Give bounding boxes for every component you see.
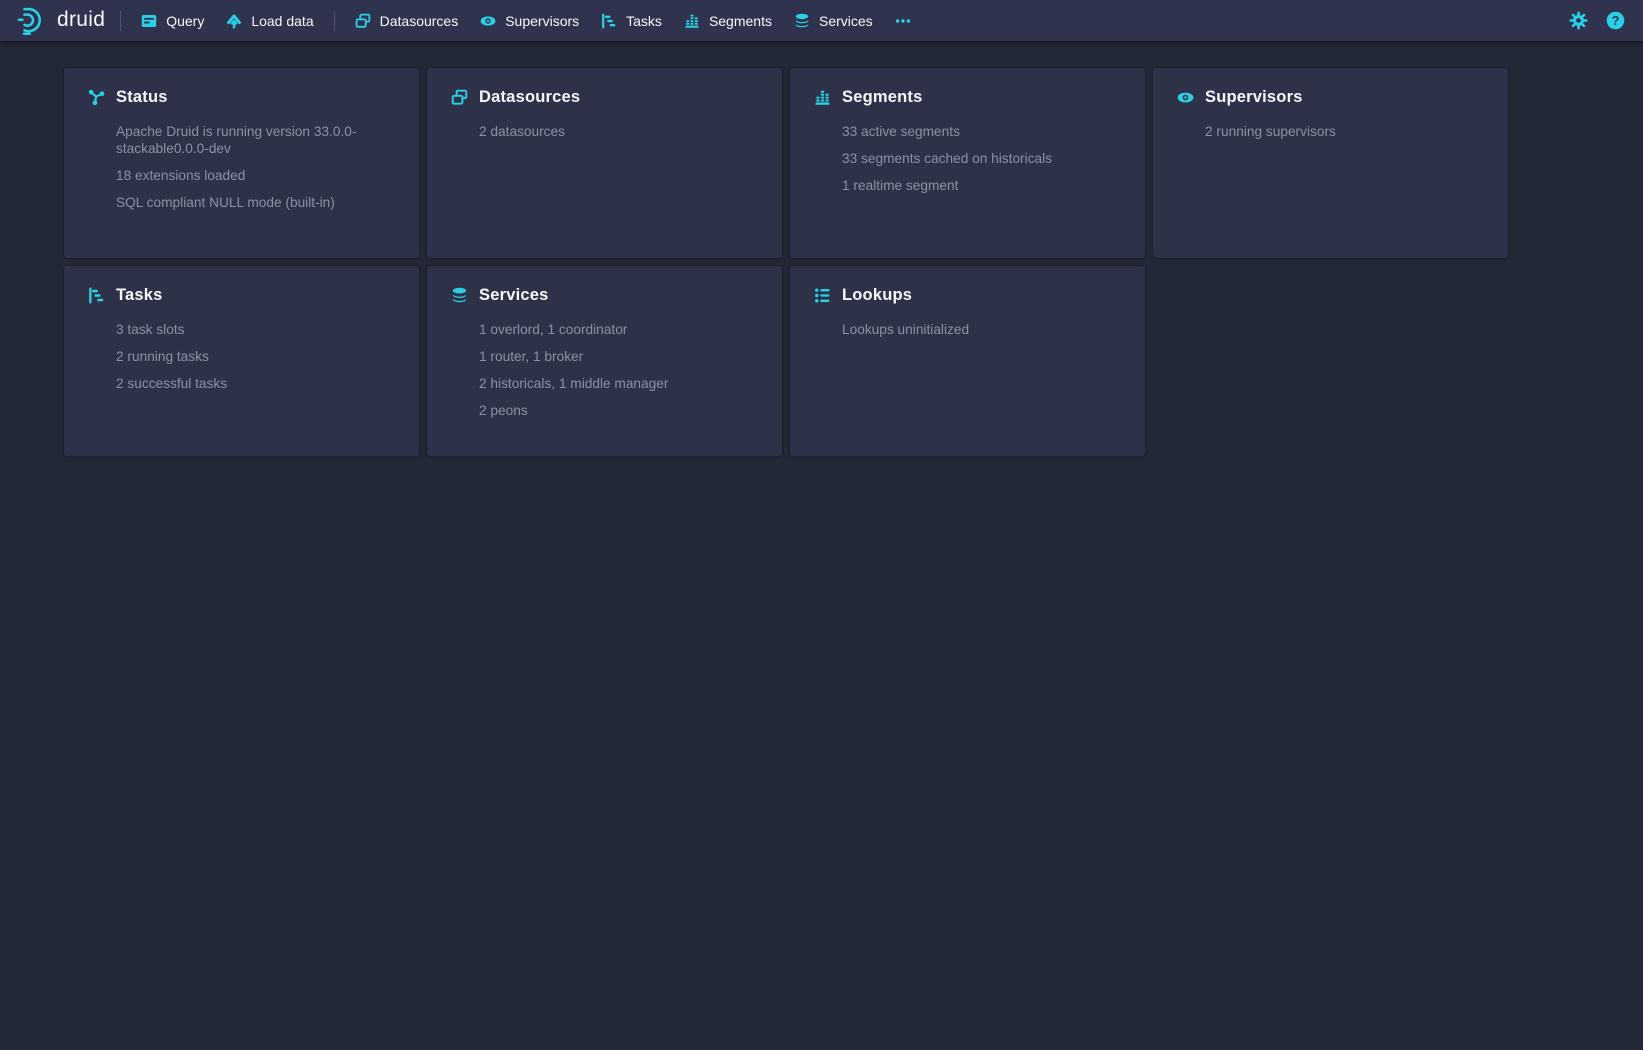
card-title: Services	[479, 286, 549, 305]
card-header: Segments	[814, 88, 1123, 107]
card-segments[interactable]: Segments 33 active segments 33 segments c…	[790, 68, 1145, 258]
settings-button[interactable]	[1563, 5, 1594, 36]
gear-icon	[1569, 11, 1588, 30]
nav-item-datasources[interactable]: Datasources	[344, 5, 470, 37]
card-line: 33 active segments	[842, 123, 1123, 140]
eye-icon	[1177, 89, 1194, 106]
card-status[interactable]: Status Apache Druid is running version 3…	[64, 68, 419, 258]
navbar-divider	[334, 11, 335, 31]
card-header: Services	[451, 286, 760, 305]
druid-logo[interactable]: druid	[10, 0, 111, 41]
help-icon	[1606, 11, 1625, 30]
card-lines: Lookups uninitialized	[842, 321, 1123, 338]
nav-item-label: Tasks	[626, 13, 662, 29]
nav-item-label: Segments	[709, 13, 772, 29]
status-cards-grid: Status Apache Druid is running version 3…	[64, 68, 1516, 456]
card-line: 18 extensions loaded	[116, 167, 397, 184]
card-lines: 33 active segments 33 segments cached on …	[842, 123, 1123, 194]
properties-icon	[814, 287, 831, 304]
card-title: Segments	[842, 88, 922, 107]
gantt-icon	[88, 287, 105, 304]
multi-select-icon	[355, 13, 371, 29]
console-icon	[141, 13, 157, 29]
card-line: 2 running tasks	[116, 348, 397, 365]
card-title: Datasources	[479, 88, 580, 107]
navbar-divider	[120, 11, 121, 31]
nav-item-label: Supervisors	[505, 13, 579, 29]
card-line: SQL compliant NULL mode (built-in)	[116, 194, 397, 211]
graph-icon	[88, 89, 105, 106]
card-datasources[interactable]: Datasources 2 datasources	[427, 68, 782, 258]
eye-icon	[480, 13, 496, 29]
card-line: Lookups uninitialized	[842, 321, 1123, 338]
database-icon	[794, 13, 810, 29]
card-line: Apache Druid is running version 33.0.0-s…	[116, 123, 397, 157]
home-view: Status Apache Druid is running version 3…	[0, 41, 1643, 456]
bar-group-icon	[684, 13, 700, 29]
nav-item-label: Services	[819, 13, 873, 29]
card-line: 2 running supervisors	[1205, 123, 1486, 140]
nav-item-tasks[interactable]: Tasks	[590, 5, 673, 37]
card-lines: 2 running supervisors	[1205, 123, 1486, 140]
upload-icon	[226, 13, 242, 29]
card-lines: 1 overlord, 1 coordinator 1 router, 1 bro…	[479, 321, 760, 419]
card-header: Supervisors	[1177, 88, 1486, 107]
nav-item-load-data[interactable]: Load data	[215, 5, 324, 37]
card-line: 2 datasources	[479, 123, 760, 140]
card-header: Status	[88, 88, 397, 107]
card-tasks[interactable]: Tasks 3 task slots 2 running tasks 2 succe…	[64, 266, 419, 456]
card-header: Tasks	[88, 286, 397, 305]
nav-item-label: Query	[166, 13, 204, 29]
nav-item-query[interactable]: Query	[130, 5, 215, 37]
card-lines: 3 task slots 2 running tasks 2 successful …	[116, 321, 397, 392]
card-line: 1 router, 1 broker	[479, 348, 760, 365]
nav-item-supervisors[interactable]: Supervisors	[469, 5, 590, 37]
card-line: 2 successful tasks	[116, 375, 397, 392]
card-line: 1 overlord, 1 coordinator	[479, 321, 760, 338]
database-icon	[451, 287, 468, 304]
nav-item-segments[interactable]: Segments	[673, 5, 783, 37]
nav-item-services[interactable]: Services	[783, 5, 884, 37]
card-line: 33 segments cached on historicals	[842, 150, 1123, 167]
card-line: 1 realtime segment	[842, 177, 1123, 194]
card-title: Tasks	[116, 286, 163, 305]
card-lines: 2 datasources	[479, 123, 760, 140]
nav-item-label: Datasources	[380, 13, 459, 29]
card-line: 2 historicals, 1 middle manager	[479, 375, 760, 392]
multi-select-icon	[451, 89, 468, 106]
card-lookups[interactable]: Lookups Lookups uninitialized	[790, 266, 1145, 456]
navbar-right-group	[1563, 5, 1631, 36]
card-line: 3 task slots	[116, 321, 397, 338]
more-icon	[895, 13, 911, 29]
card-lines: Apache Druid is running version 33.0.0-s…	[116, 123, 397, 211]
druid-logo-text: druid	[57, 8, 105, 32]
card-supervisors[interactable]: Supervisors 2 running supervisors	[1153, 68, 1508, 258]
card-title: Status	[116, 88, 168, 107]
top-navbar: druid Query Load data Datasources Superv…	[0, 0, 1643, 41]
card-header: Lookups	[814, 286, 1123, 305]
card-title: Lookups	[842, 286, 912, 305]
more-menu-button[interactable]	[884, 5, 922, 37]
nav-item-label: Load data	[251, 13, 313, 29]
card-header: Datasources	[451, 88, 760, 107]
help-button[interactable]	[1600, 5, 1631, 36]
card-title: Supervisors	[1205, 88, 1303, 107]
gantt-icon	[601, 13, 617, 29]
card-services[interactable]: Services 1 overlord, 1 coordinator 1 rout…	[427, 266, 782, 456]
card-line: 2 peons	[479, 402, 760, 419]
druid-logo-icon	[16, 4, 50, 38]
bar-group-icon	[814, 89, 831, 106]
